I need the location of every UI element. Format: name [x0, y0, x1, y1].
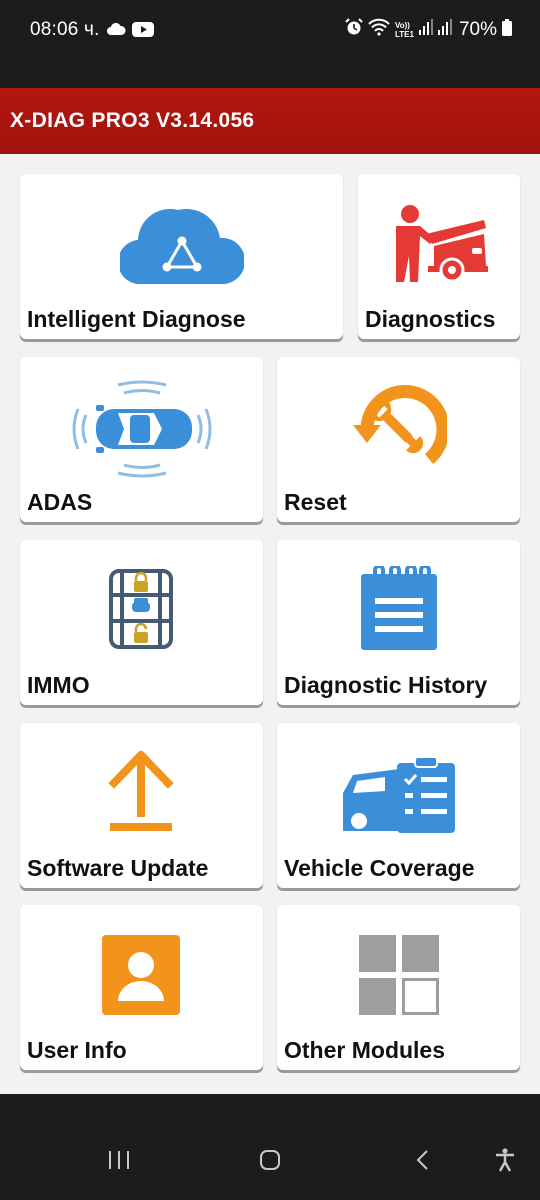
signal-icon — [418, 19, 433, 40]
user-card-icon — [102, 935, 180, 1020]
tile-label: IMMO — [27, 672, 90, 698]
youtube-icon — [132, 22, 154, 42]
mechanic-car-icon — [390, 204, 488, 289]
tile-reset[interactable]: Reset — [277, 357, 520, 522]
cloud-diagnose-icon — [117, 204, 246, 289]
signal-icon — [437, 19, 452, 40]
volte-icon: Vo)) LTE1 — [395, 20, 414, 39]
main-menu-grid: Intelligent Diagnose Diagnostics ADAS Re… — [0, 154, 540, 1094]
tile-label: Vehicle Coverage — [284, 855, 475, 881]
battery-percent: 70% — [458, 18, 497, 40]
tile-user-info[interactable]: User Info — [20, 905, 263, 1070]
status-left-icons — [106, 22, 154, 42]
accessibility-button[interactable] — [485, 1142, 525, 1182]
accessibility-icon — [494, 1147, 516, 1177]
back-icon — [415, 1149, 429, 1176]
vehicle-checklist-icon — [339, 753, 459, 838]
recents-button[interactable] — [99, 1142, 139, 1182]
tile-label: Intelligent Diagnose — [27, 306, 246, 332]
modules-grid-icon — [359, 935, 439, 1020]
status-right-icons: Vo)) LTE1 70% — [345, 18, 512, 41]
wifi-icon — [368, 18, 390, 41]
tile-intelligent-diagnose[interactable]: Intelligent Diagnose — [20, 174, 343, 339]
tile-software-update[interactable]: Software Update — [20, 723, 263, 888]
adas-car-icon — [68, 379, 216, 484]
tile-label: User Info — [27, 1037, 127, 1063]
battery-icon — [502, 18, 512, 41]
immo-lock-icon — [108, 568, 174, 655]
tile-adas[interactable]: ADAS — [20, 357, 263, 522]
app-title: X-DIAG PRO3 V3.14.056 — [10, 109, 255, 132]
home-button[interactable] — [250, 1142, 290, 1182]
status-bar: 08:06 ч. Vo)) LTE1 70% — [0, 0, 540, 88]
alarm-icon — [345, 18, 363, 41]
app-header: X-DIAG PRO3 V3.14.056 — [0, 88, 540, 154]
tile-label: Diagnostics — [365, 306, 496, 332]
tile-immo[interactable]: IMMO — [20, 540, 263, 705]
cloud-icon — [106, 22, 126, 42]
tile-label: Diagnostic History — [284, 672, 488, 698]
status-time: 08:06 ч. — [30, 19, 100, 40]
reset-wrench-icon — [351, 385, 450, 476]
tile-label: Other Modules — [284, 1037, 446, 1063]
tile-label: Software Update — [27, 855, 209, 881]
recents-icon — [108, 1150, 130, 1175]
tile-label: Reset — [284, 489, 347, 515]
tile-diagnostic-history[interactable]: Diagnostic History — [277, 540, 520, 705]
back-button[interactable] — [402, 1142, 442, 1182]
navigation-bar — [0, 1094, 540, 1200]
tile-diagnostics[interactable]: Diagnostics — [358, 174, 520, 339]
home-icon — [259, 1149, 281, 1176]
notepad-icon — [361, 564, 437, 655]
tile-vehicle-coverage[interactable]: Vehicle Coverage — [277, 723, 520, 888]
upload-arrow-icon — [108, 749, 174, 838]
tile-other-modules[interactable]: Other Modules — [277, 905, 520, 1070]
tile-label: ADAS — [27, 489, 93, 515]
